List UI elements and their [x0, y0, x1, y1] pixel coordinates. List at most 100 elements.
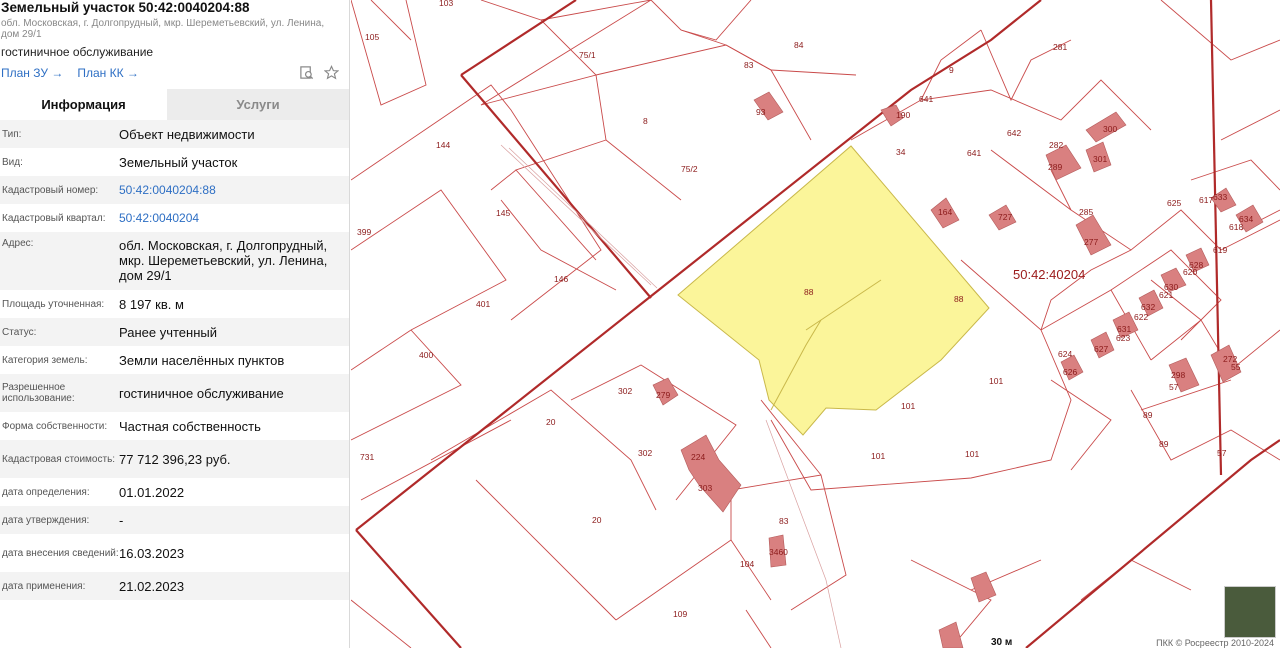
parcel-number-label: 57 — [1217, 448, 1227, 458]
building-number-label: 298 — [1171, 370, 1185, 380]
parcel-number-label: 623 — [1116, 333, 1130, 343]
parcel-number-label: 8 — [643, 116, 648, 126]
tab-services[interactable]: Услуги — [167, 89, 349, 120]
parcel-number-label: 145 — [496, 208, 510, 218]
row-value: обл. Московская, г. Долгопрудный, мкр. Ш… — [119, 238, 328, 283]
parcel-number-label: 83 — [779, 516, 789, 526]
parcel-number-label: 281 — [1053, 42, 1067, 52]
parcel-number-label: 9 — [949, 65, 954, 75]
building-number-label: 634 — [1239, 214, 1253, 224]
plan-links: План ЗУ → План КК → — [1, 65, 349, 81]
parcel-number-label: 101 — [989, 376, 1003, 386]
building — [1075, 214, 1112, 256]
cadastral-number-link[interactable]: 50:42:0040204:88 — [119, 183, 349, 198]
table-row: Кадастровый номер: 50:42:0040204:88 — [0, 176, 349, 204]
building-number-label: 190 — [896, 110, 910, 120]
building-number-label: 301 — [1093, 154, 1107, 164]
address-subtitle: обл. Московская, г. Долгопрудный, мкр. Ш… — [1, 18, 325, 40]
parcel-number-label: 101 — [901, 401, 915, 411]
row-label: Кадастровая стоимость: — [2, 453, 116, 465]
row-label: Кадастровый квартал: — [2, 212, 106, 224]
panel-header: Земельный участок 50:42:0040204:88 обл. … — [0, 0, 349, 81]
building-number-label: 626 — [1063, 367, 1077, 377]
row-value: Ранее учтенный — [119, 324, 217, 340]
row-value: 21.02.2023 — [119, 578, 185, 594]
building — [680, 434, 742, 513]
parcel-number-label: 101 — [965, 449, 979, 459]
parcel-number-label: 619 — [1213, 245, 1227, 255]
row-value: Объект недвижимости — [119, 126, 255, 142]
building-number-label: 300 — [1103, 124, 1117, 134]
table-row: Адрес: обл. Московская, г. Долгопрудный, … — [0, 232, 349, 290]
row-label: Адрес: — [2, 238, 34, 249]
row-label: Разрешенное использование: — [2, 382, 75, 404]
cadastral-map[interactable]: 103 105 75/1 84 83 281 9 641 642 8 75/2 34 641 282 144… — [351, 0, 1280, 648]
parcel-number-label: 617 — [1199, 195, 1213, 205]
table-row: Статус: Ранее учтенный — [0, 318, 349, 346]
parcel-number-label: 731 — [360, 452, 374, 462]
plan-kk-link[interactable]: План КК → — [77, 66, 139, 80]
panel-tools — [299, 65, 339, 80]
parcel-number-label: 88 — [954, 294, 964, 304]
parcel-number-label: 624 — [1058, 349, 1072, 359]
parcel-number-label: 75/1 — [579, 50, 596, 60]
parcel-number-label: 282 — [1049, 140, 1063, 150]
table-row: Категория земель: Земли населённых пункто… — [0, 346, 349, 374]
parcel-number-label: 400 — [419, 350, 433, 360]
table-row: Тип: Объект недвижимости — [0, 120, 349, 148]
parcel-number-label: 401 — [476, 299, 490, 309]
parcel-number-label: 303 — [698, 483, 712, 493]
tab-info[interactable]: Информация — [0, 89, 167, 120]
row-label: дата утверждения: — [2, 514, 90, 526]
parcel-number-label: 285 — [1079, 207, 1093, 217]
row-label: Статус: — [2, 326, 37, 338]
parcel-number-label: 105 — [365, 32, 379, 42]
parcel-number-label: 642 — [1007, 128, 1021, 138]
table-row: дата применения: 21.02.2023 — [0, 572, 349, 600]
row-label: Категория земель: — [2, 354, 88, 366]
row-value: 77 712 396,23 руб. — [119, 451, 231, 467]
building-number-label: 627 — [1094, 344, 1108, 354]
row-value: 16.03.2023 — [119, 545, 185, 561]
table-row: Разрешенное использование: гостиничное об… — [0, 374, 349, 412]
row-value: - — [119, 512, 124, 528]
parcel-number-label: 144 — [436, 140, 450, 150]
row-label: дата внесения сведений: — [2, 547, 119, 559]
building-number-label: 93 — [756, 107, 766, 117]
parcel-number-label: 641 — [967, 148, 981, 158]
parcel-number-label: 57 — [1169, 382, 1179, 392]
cadastral-quarter-link[interactable]: 50:42:0040204 — [119, 211, 349, 226]
parcel-number-label: 83 — [744, 60, 754, 70]
parcel-number-label: 622 — [1134, 312, 1148, 322]
parcel-number-label: 103 — [439, 0, 453, 8]
map-canvas[interactable]: 103 105 75/1 84 83 281 9 641 642 8 75/2 34 641 282 144… — [351, 0, 1280, 648]
selected-parcel[interactable] — [677, 145, 990, 436]
building-number-label: 630 — [1164, 282, 1178, 292]
building-number-label: 277 — [1084, 237, 1098, 247]
table-row: дата утверждения: - — [0, 506, 349, 534]
scale-label: 30 м — [991, 637, 1013, 648]
parcel-number-label: 625 — [1167, 198, 1181, 208]
table-row: дата внесения сведений: 16.03.2023 — [0, 534, 349, 572]
parcel-number-label: 75/2 — [681, 164, 698, 174]
row-label: Кадастровый номер: — [2, 184, 99, 196]
parcel-number-label: 101 — [871, 451, 885, 461]
parcel-number-label: 302 — [618, 386, 632, 396]
quarter-label: 50:42:40204 — [1013, 267, 1085, 282]
info-panel: Земельный участок 50:42:0040204:88 обл. … — [0, 0, 350, 648]
search-doc-icon[interactable] — [299, 65, 314, 80]
parcel-number-label: 109 — [673, 609, 687, 619]
plan-zu-link[interactable]: План ЗУ → — [1, 66, 63, 80]
minimap-thumbnail[interactable] — [1224, 586, 1276, 638]
row-value: Частная собственность — [119, 418, 261, 434]
star-icon[interactable] — [324, 65, 339, 80]
parcel-number-label: 89 — [1159, 439, 1169, 449]
parcel-number-label: 34 — [896, 147, 906, 157]
building-number-label: 164 — [938, 207, 952, 217]
row-label: Тип: — [2, 128, 22, 140]
row-label: дата применения: — [2, 580, 86, 592]
building-number-label: 727 — [998, 212, 1012, 222]
building-number-label: 632 — [1141, 302, 1155, 312]
table-row: Площадь уточненная: 8 197 кв. м — [0, 290, 349, 318]
row-value: Земли населённых пунктов — [119, 352, 285, 368]
